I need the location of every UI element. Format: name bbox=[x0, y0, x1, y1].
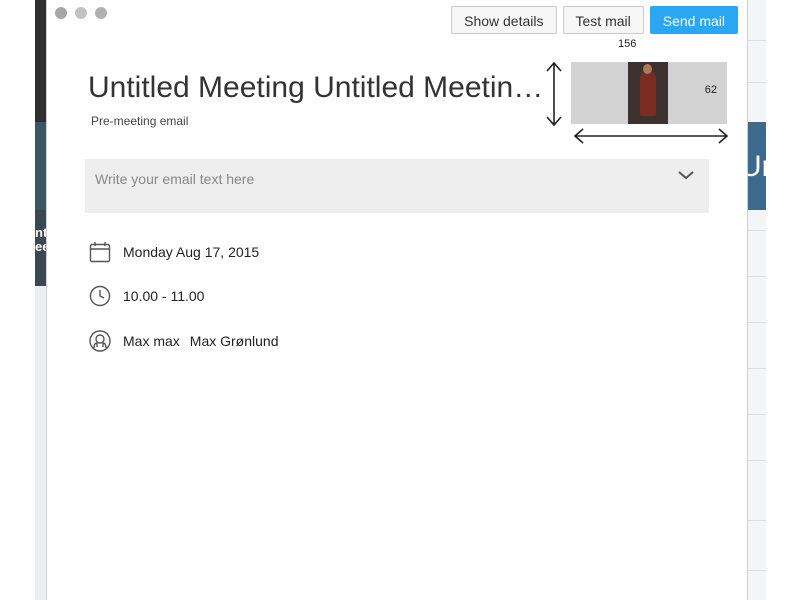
header-image[interactable]: 62 bbox=[571, 62, 727, 124]
background-list-left bbox=[35, 286, 46, 600]
email-text-placeholder: Write your email text here bbox=[95, 171, 255, 187]
user-icon bbox=[89, 330, 111, 352]
email-text-field[interactable]: Write your email text here bbox=[85, 159, 709, 213]
test-mail-button[interactable]: Test mail bbox=[562, 6, 644, 34]
background-left-text: nt ee bbox=[35, 226, 46, 254]
background-hero-left bbox=[35, 122, 46, 210]
meeting-email-dialog: Show details Test mail Send mail Untitle… bbox=[46, 0, 748, 600]
show-details-button[interactable]: Show details bbox=[451, 6, 557, 34]
send-mail-button[interactable]: Send mail bbox=[649, 6, 738, 34]
meeting-subtitle: Pre-meeting email bbox=[91, 114, 189, 128]
window-controls bbox=[55, 7, 107, 19]
dialog-toolbar: Show details Test mail Send mail bbox=[451, 6, 738, 34]
calendar-icon bbox=[89, 242, 111, 263]
maximize-window-button[interactable] bbox=[95, 7, 107, 19]
close-window-button[interactable] bbox=[55, 7, 67, 19]
meeting-date: Monday Aug 17, 2015 bbox=[123, 244, 260, 260]
image-width-label: 156 bbox=[618, 38, 637, 50]
clock-icon bbox=[89, 285, 111, 307]
meeting-title[interactable]: Untitled Meeting Untitled Meeting Untitl… bbox=[88, 71, 558, 105]
background-panel-right bbox=[746, 0, 766, 600]
background-header-left bbox=[35, 0, 46, 122]
meeting-time-row: 10.00 - 11.00 bbox=[89, 285, 204, 307]
header-image-photo bbox=[628, 62, 668, 124]
height-dimension-arrow-icon bbox=[546, 61, 562, 127]
meeting-organizer-row: Max max Max Grønlund bbox=[89, 330, 279, 352]
chevron-down-icon[interactable] bbox=[677, 169, 695, 181]
width-dimension-arrow-icon bbox=[573, 128, 729, 144]
image-height-label: 62 bbox=[704, 84, 717, 96]
background-right-shade bbox=[766, 0, 800, 600]
meeting-time: 10.00 - 11.00 bbox=[123, 288, 205, 304]
meeting-date-row: Monday Aug 17, 2015 bbox=[89, 241, 259, 263]
minimize-window-button[interactable] bbox=[75, 7, 87, 19]
organizer-short-name: Max max bbox=[123, 333, 180, 349]
organizer-full-name: Max Grønlund bbox=[189, 333, 279, 349]
